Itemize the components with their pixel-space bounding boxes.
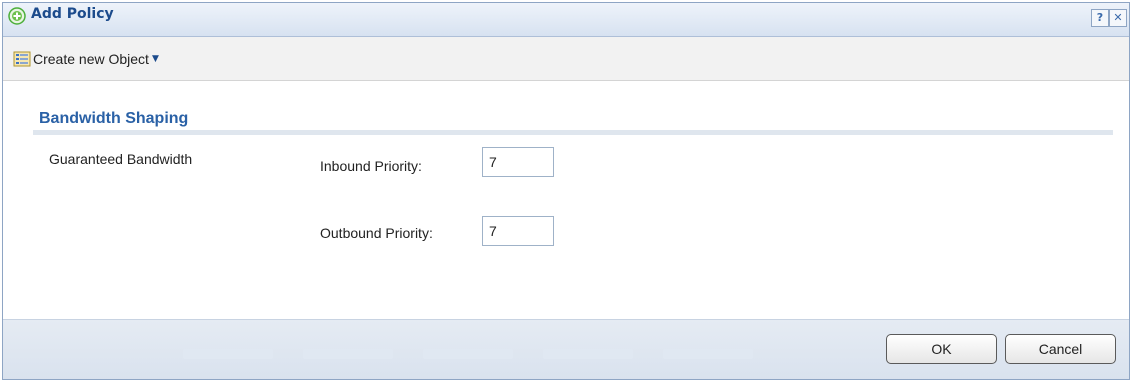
create-new-object-label: Create new Object bbox=[33, 51, 149, 67]
title-bar: Add Policy ? ✕ bbox=[3, 3, 1129, 37]
help-icon[interactable]: ? bbox=[1091, 9, 1109, 27]
close-icon[interactable]: ✕ bbox=[1109, 9, 1127, 27]
inbound-priority-label: Inbound Priority: bbox=[320, 158, 422, 174]
cancel-button[interactable]: Cancel bbox=[1005, 334, 1116, 364]
add-circle-icon bbox=[8, 7, 26, 25]
background-ghost-row bbox=[183, 349, 273, 359]
toolbar: Create new Object ▼ bbox=[3, 37, 1129, 81]
background-ghost-row bbox=[543, 349, 633, 359]
inbound-priority-input[interactable]: 7 bbox=[482, 147, 554, 177]
background-ghost-row bbox=[423, 349, 513, 359]
guaranteed-bandwidth-label: Guaranteed Bandwidth bbox=[49, 151, 193, 167]
create-new-object-button[interactable]: Create new Object ▼ bbox=[13, 49, 159, 69]
outbound-priority-label: Outbound Priority: bbox=[320, 225, 433, 241]
background-ghost-row bbox=[663, 349, 753, 359]
background-ghost-row bbox=[303, 349, 393, 359]
outbound-priority-input[interactable]: 7 bbox=[482, 216, 554, 246]
add-policy-dialog: Add Policy ? ✕ Create new Object ▼ Bandw… bbox=[2, 2, 1130, 380]
section-divider bbox=[33, 130, 1113, 135]
section-title: Bandwidth Shaping bbox=[39, 110, 189, 127]
ok-button[interactable]: OK bbox=[886, 334, 997, 364]
object-list-icon bbox=[13, 51, 31, 67]
dialog-title: Add Policy bbox=[31, 6, 114, 22]
chevron-down-icon: ▼ bbox=[151, 54, 159, 64]
